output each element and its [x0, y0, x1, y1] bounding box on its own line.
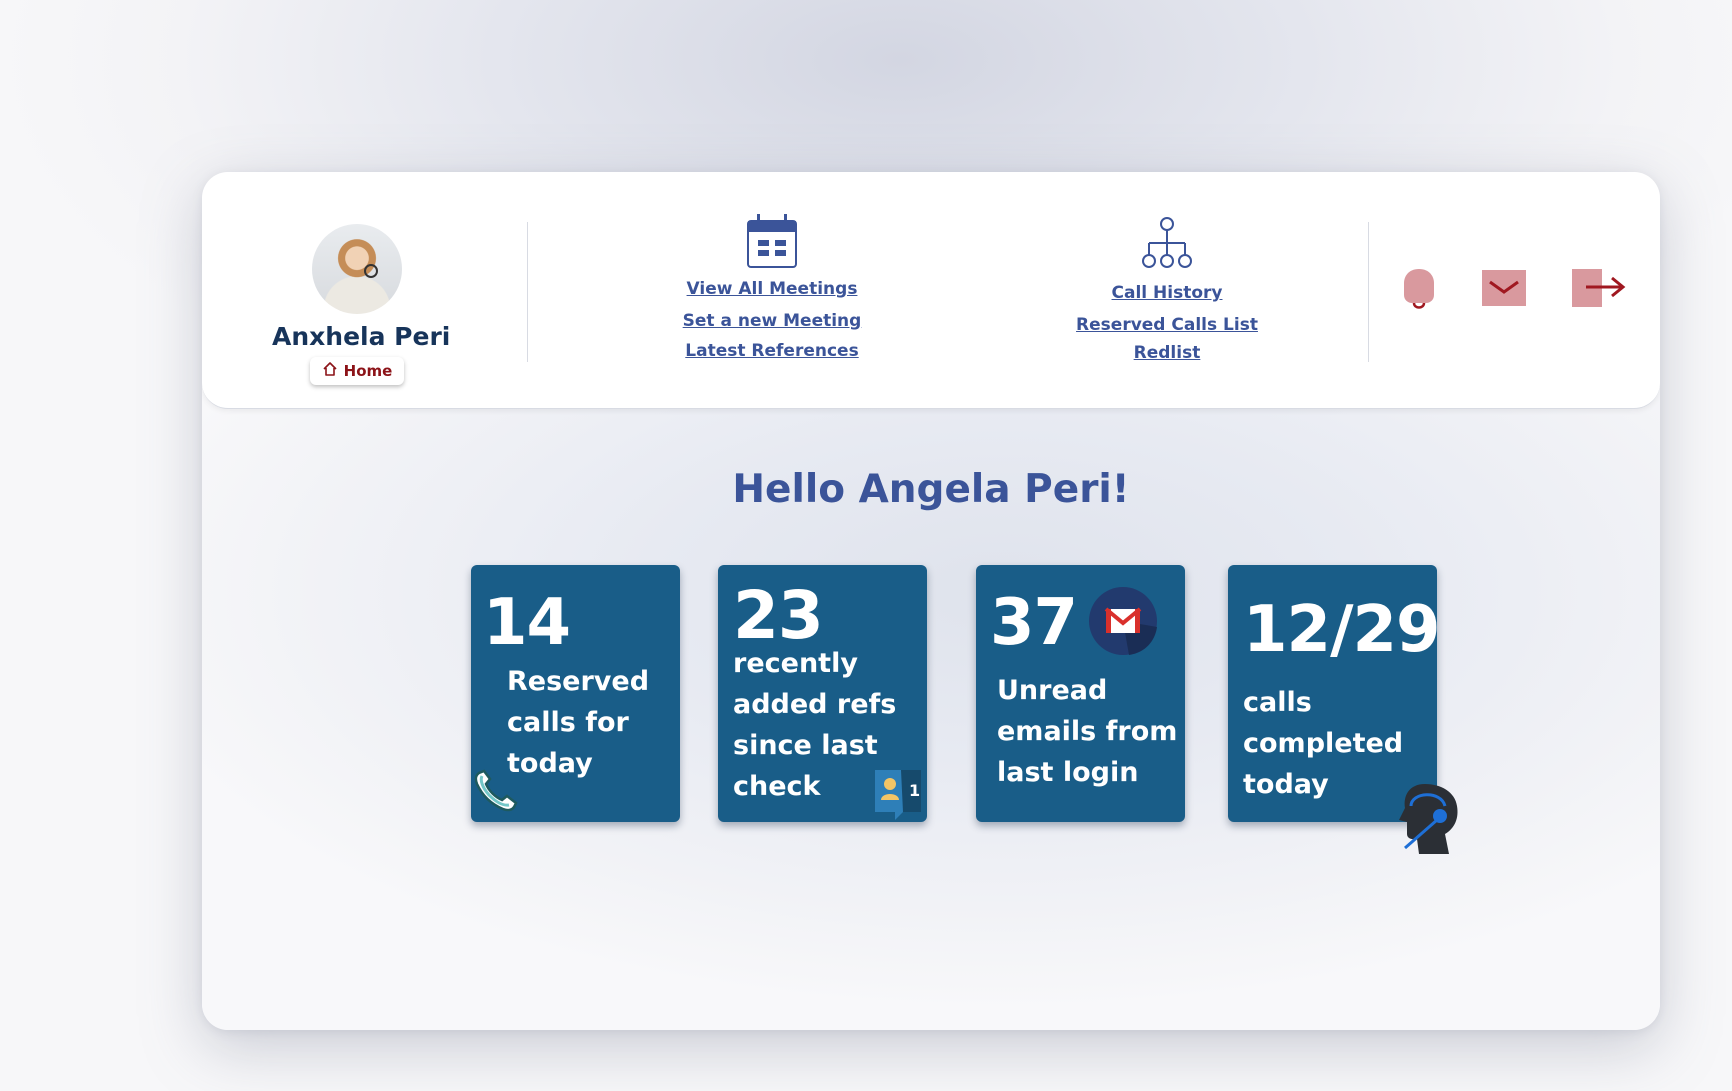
calls-nav: Call History Reserved Calls List Redlist [1002, 207, 1332, 363]
card-value: 23 [733, 577, 824, 654]
logout-icon[interactable] [1572, 268, 1626, 312]
home-label: Home [343, 362, 393, 380]
user-notification-icon: 1 [873, 768, 923, 824]
home-icon [322, 361, 338, 381]
bell-icon[interactable] [1402, 267, 1436, 313]
card-value: 14 [483, 586, 571, 660]
set-new-meeting-link[interactable]: Set a new Meeting [602, 311, 942, 331]
header-divider [527, 222, 528, 362]
recent-refs-card[interactable]: 23 recently added refs since last check … [718, 565, 927, 822]
card-text: Unread emails from last login [997, 675, 1178, 788]
user-profile: Anxhela Peri Home [272, 224, 451, 385]
reserved-calls-card[interactable]: 14 Reserved calls for today [471, 565, 680, 822]
top-header: Anxhela Peri Home View All Meetings Set … [202, 172, 1660, 409]
user-name: Anxhela Peri [272, 322, 451, 351]
unread-emails-card[interactable]: 37 Unread emails from last login [976, 565, 1185, 822]
hierarchy-icon [1002, 207, 1332, 269]
header-actions [1402, 267, 1626, 313]
header-divider [1368, 222, 1369, 362]
card-value: 12/29 [1243, 593, 1440, 667]
badge-count: 1 [909, 781, 920, 800]
latest-references-link[interactable]: Latest References [602, 341, 942, 361]
app-window: Anxhela Peri Home View All Meetings Set … [202, 172, 1660, 1030]
call-history-link[interactable]: Call History [1002, 283, 1332, 303]
avatar [312, 224, 402, 314]
meetings-nav: View All Meetings Set a new Meeting Late… [602, 207, 942, 361]
phone-icon [473, 769, 519, 817]
greeting-title: Hello Angela Peri! [732, 467, 1130, 512]
mail-icon[interactable] [1482, 269, 1526, 311]
reserved-calls-list-link[interactable]: Reserved Calls List [1002, 315, 1332, 335]
card-text: Reserved calls for today [507, 666, 650, 779]
view-all-meetings-link[interactable]: View All Meetings [602, 279, 942, 299]
home-button[interactable]: Home [309, 357, 405, 385]
card-value: 37 [990, 586, 1078, 660]
gmail-icon [1089, 587, 1157, 659]
headset-agent-icon [1395, 784, 1465, 864]
calendar-icon [602, 207, 942, 269]
redlist-link[interactable]: Redlist [1002, 343, 1332, 363]
